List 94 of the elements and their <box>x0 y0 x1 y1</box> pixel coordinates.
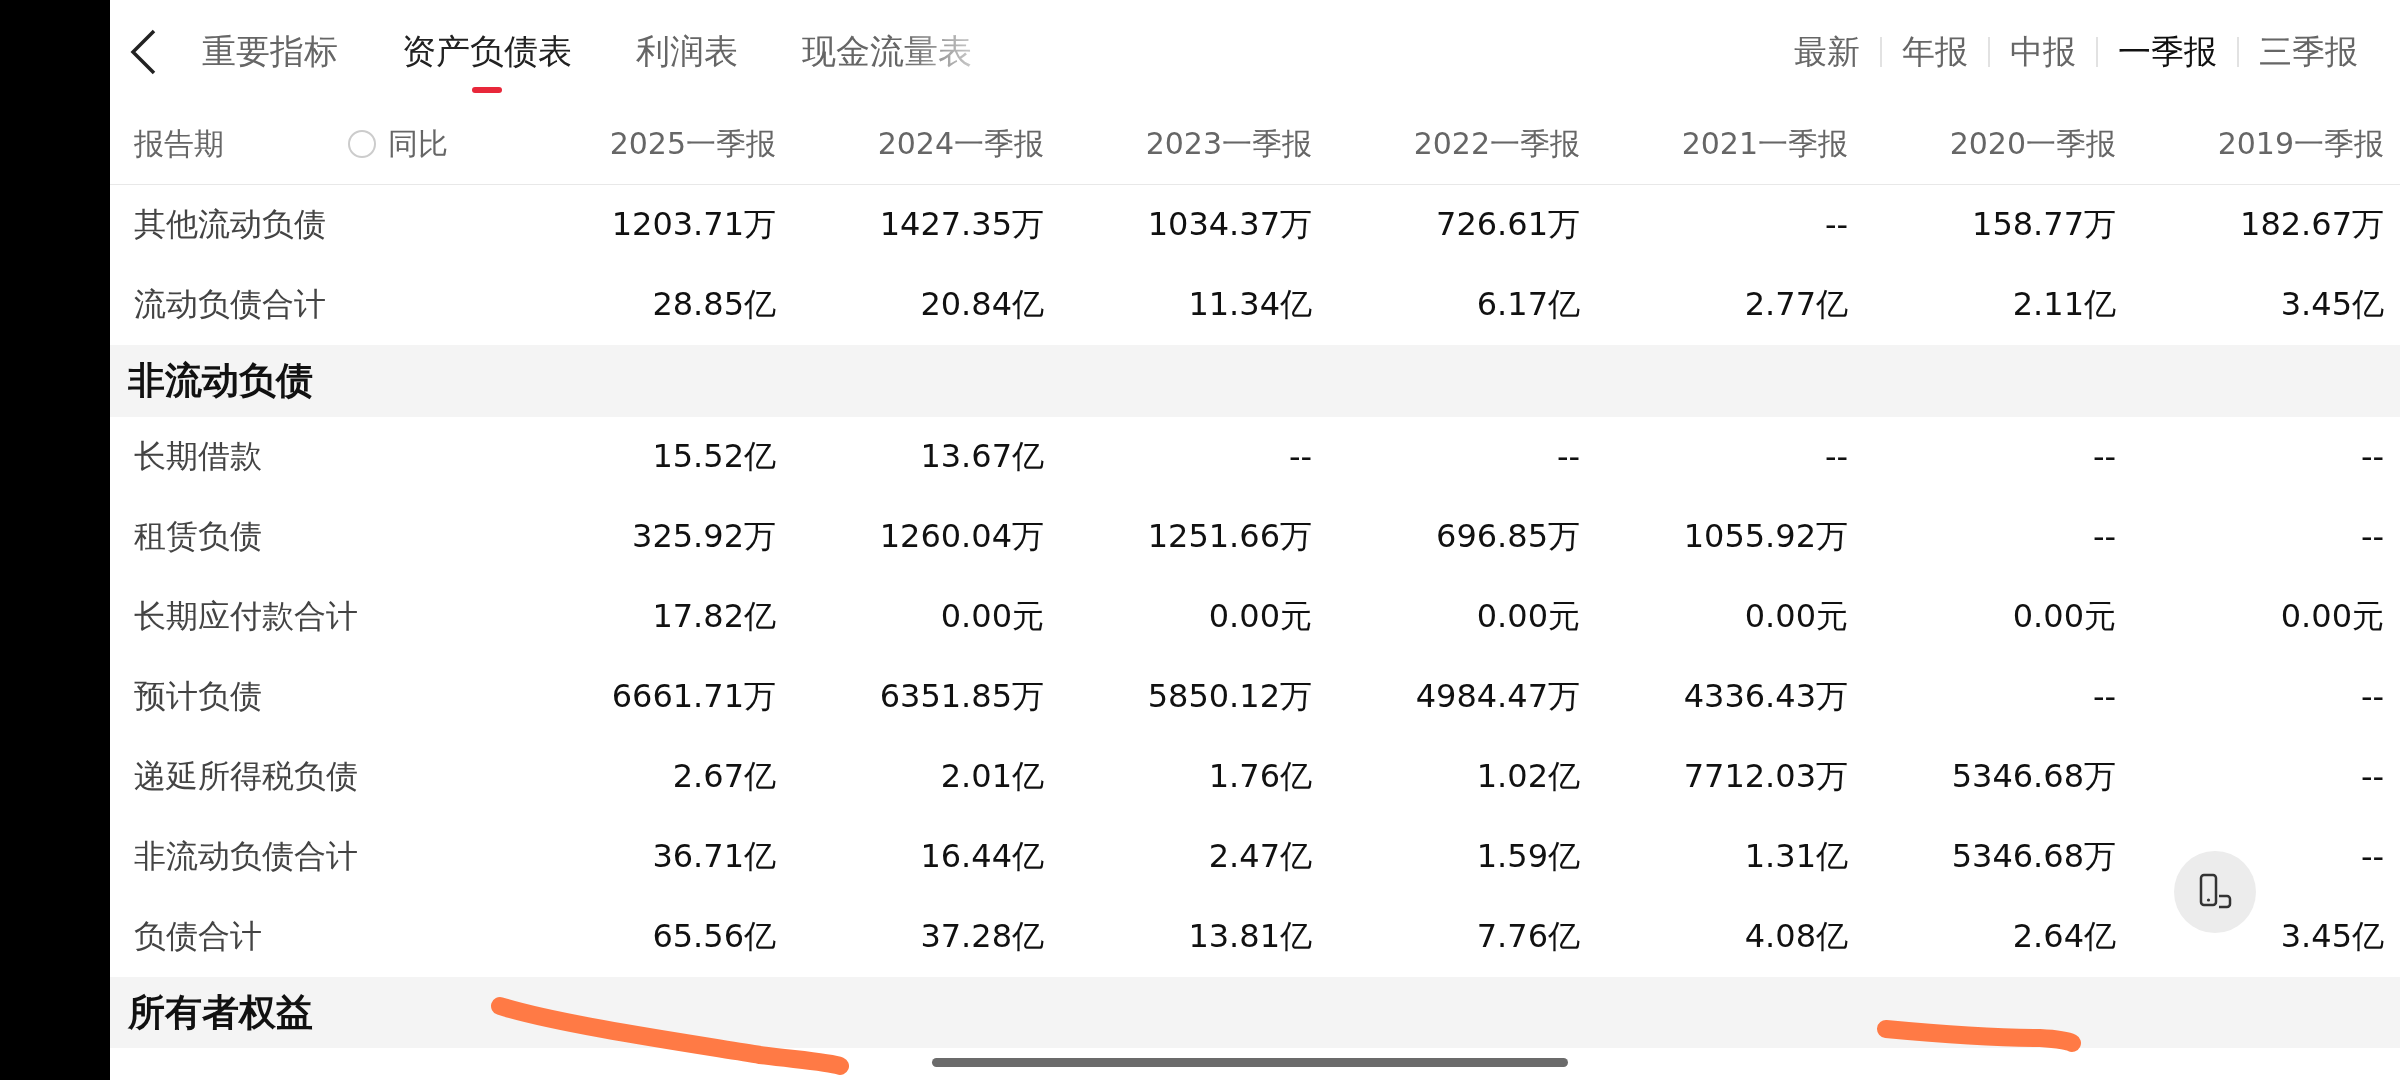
radio-button[interactable] <box>348 130 376 158</box>
table-cell-text: 65.56亿 <box>651 916 776 957</box>
period-filter[interactable]: 中报 <box>1990 29 2096 75</box>
table-cell-text: 4336.43万 <box>1682 676 1848 717</box>
row-label: 负债合计 <box>134 916 262 957</box>
table-cell-text: 0.00元 <box>939 596 1044 637</box>
tab[interactable]: 利润表 <box>636 21 738 95</box>
table-cell-text: -- <box>1823 206 1848 244</box>
table-cell-text: 6.17亿 <box>1475 284 1580 325</box>
table-cell-text: -- <box>2359 678 2384 716</box>
table-cell-text: 5346.68万 <box>1950 756 2116 797</box>
table-cell-text: 16.44亿 <box>919 836 1044 877</box>
table-cell-text: 2.11亿 <box>2011 284 2116 325</box>
table-cell-text: 1.31亿 <box>1743 836 1848 877</box>
table-cell-text: 37.28亿 <box>919 916 1044 957</box>
table-cell-text: -- <box>1823 438 1848 476</box>
table-cell-text: 2.01亿 <box>939 756 1044 797</box>
row-label: 预计负债 <box>134 676 262 717</box>
table-cell-text: 182.67万 <box>2239 204 2384 245</box>
table-cell-text: 5850.12万 <box>1146 676 1312 717</box>
table-cell-text: -- <box>1287 438 1312 476</box>
table-cell-text: 6661.71万 <box>610 676 776 717</box>
column-header: 2023一季报 <box>1144 124 1312 163</box>
table-cell-text: 325.92万 <box>631 516 776 557</box>
period-filter[interactable]: 一季报 <box>2098 29 2237 75</box>
period-filter[interactable]: 三季报 <box>2239 29 2378 75</box>
table-cell-text: -- <box>2091 438 2116 476</box>
table-cell-text: 1.59亿 <box>1475 836 1580 877</box>
radio-label[interactable]: 同比 <box>388 123 448 165</box>
row-label: 流动负债合计 <box>134 284 326 325</box>
table-cell-text: 1055.92万 <box>1682 516 1848 557</box>
table-cell-text: 13.67亿 <box>919 436 1044 477</box>
table-cell-text: 0.00元 <box>2279 596 2384 637</box>
tab[interactable]: 重要指标 <box>202 21 338 95</box>
table-cell-text: 2.67亿 <box>671 756 776 797</box>
table-cell-text: -- <box>2091 678 2116 716</box>
table-cell-text: 6351.85万 <box>878 676 1044 717</box>
table-cell-text: -- <box>2359 518 2384 556</box>
table-cell-text: 3.45亿 <box>2279 916 2384 957</box>
row-label: 长期借款 <box>134 436 262 477</box>
row-label: 长期应付款合计 <box>134 596 358 637</box>
column-header: 2019一季报 <box>2216 124 2384 163</box>
table-cell-text: 11.34亿 <box>1187 284 1312 325</box>
tab[interactable]: 现金流量表 <box>802 21 972 95</box>
table-cell-text: -- <box>2359 438 2384 476</box>
table-cell-text: 0.00元 <box>2011 596 2116 637</box>
table-cell-text: 0.00元 <box>1475 596 1580 637</box>
table-cell-text: 7712.03万 <box>1682 756 1848 797</box>
table-cell-text: 1034.37万 <box>1146 204 1312 245</box>
column-header: 2022一季报 <box>1412 124 1580 163</box>
table-cell-text: -- <box>2091 518 2116 556</box>
table-cell-text: 4.08亿 <box>1743 916 1848 957</box>
table-cell-text: 4984.47万 <box>1414 676 1580 717</box>
column-header: 报告期 <box>134 124 224 163</box>
table-cell-text: 2.64亿 <box>2011 916 2116 957</box>
table-cell-text: 0.00元 <box>1207 596 1312 637</box>
column-header: 2021一季报 <box>1680 124 1848 163</box>
table-cell-text: 1260.04万 <box>878 516 1044 557</box>
table-cell-text: 726.61万 <box>1435 204 1580 245</box>
period-filter[interactable]: 年报 <box>1882 29 1988 75</box>
tab[interactable]: 资产负债表 <box>402 21 572 95</box>
table-cell-text: 1427.35万 <box>878 204 1044 245</box>
table-cell-text: 36.71亿 <box>651 836 776 877</box>
row-label: 其他流动负债 <box>134 204 326 245</box>
table-cell-text: -- <box>1555 438 1580 476</box>
table-cell-text: -- <box>2359 838 2384 876</box>
column-header: 2020一季报 <box>1948 124 2116 163</box>
row-label: 递延所得税负债 <box>134 756 358 797</box>
table-cell-text: 7.76亿 <box>1475 916 1580 957</box>
table-cell-text: 13.81亿 <box>1187 916 1312 957</box>
table-cell-text: 1.76亿 <box>1207 756 1312 797</box>
table-cell-text: 0.00元 <box>1743 596 1848 637</box>
column-header: 2024一季报 <box>876 124 1044 163</box>
table-cell-text: 2.47亿 <box>1207 836 1312 877</box>
table-cell-text: 3.45亿 <box>2279 284 2384 325</box>
table-cell-text: 20.84亿 <box>919 284 1044 325</box>
table-cell-text: 2.77亿 <box>1743 284 1848 325</box>
table-cell-text: 158.77万 <box>1971 204 2116 245</box>
table-cell-text: 17.82亿 <box>651 596 776 637</box>
table-cell-text: 1203.71万 <box>610 204 776 245</box>
section-title: 非流动负债 <box>128 358 313 404</box>
back-icon[interactable] <box>128 28 158 76</box>
column-header: 2025一季报 <box>608 124 776 163</box>
table-cell-text: 5346.68万 <box>1950 836 2116 877</box>
period-filter[interactable]: 最新 <box>1774 29 1880 75</box>
table-cell-text: 1.02亿 <box>1475 756 1580 797</box>
table-cell-text: 15.52亿 <box>651 436 776 477</box>
row-label: 非流动负债合计 <box>134 836 358 877</box>
table-cell-text: -- <box>2359 758 2384 796</box>
table-cell-text: 1251.66万 <box>1146 516 1312 557</box>
table-cell-text: 28.85亿 <box>651 284 776 325</box>
section-title: 所有者权益 <box>128 990 313 1036</box>
table-cell-text: 696.85万 <box>1435 516 1580 557</box>
row-label: 租赁负债 <box>134 516 262 557</box>
